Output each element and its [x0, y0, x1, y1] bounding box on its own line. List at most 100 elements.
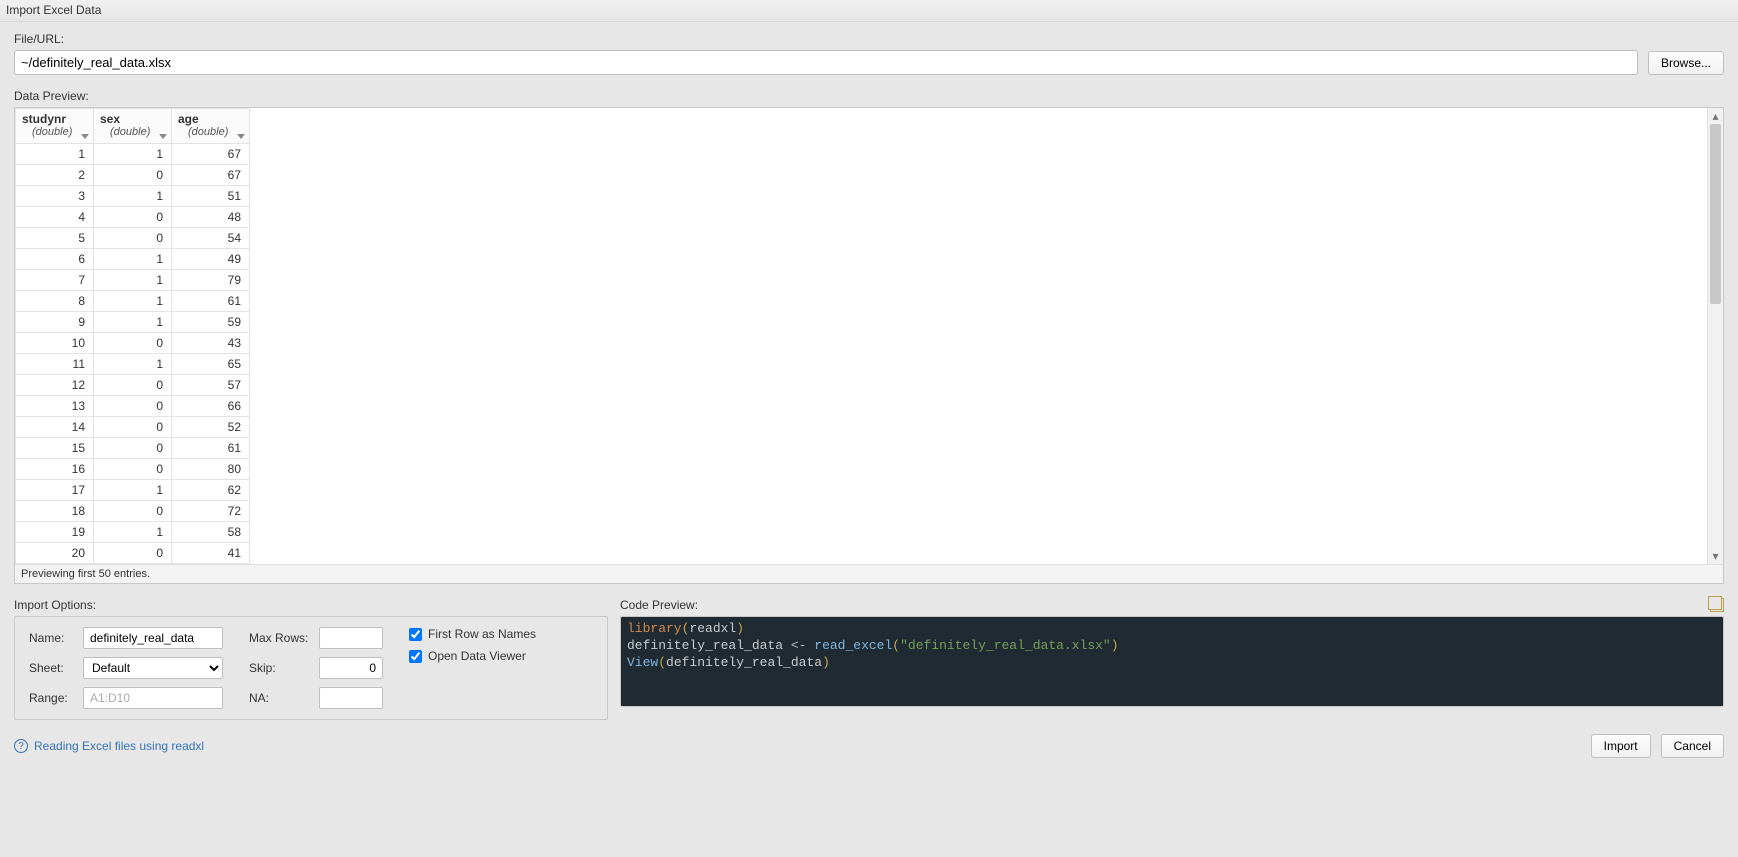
table-cell: 7 [16, 269, 94, 290]
table-cell: 1 [94, 521, 172, 542]
table-row: 9159 [16, 311, 250, 332]
table-cell: 8 [16, 290, 94, 311]
maxrows-input[interactable] [319, 627, 383, 649]
table-cell: 9 [16, 311, 94, 332]
table-cell: 12 [16, 374, 94, 395]
table-cell: 13 [16, 395, 94, 416]
column-header[interactable]: sex(double) [94, 109, 172, 144]
copy-icon[interactable] [1710, 598, 1724, 612]
table-cell: 0 [94, 542, 172, 563]
scroll-thumb[interactable] [1710, 124, 1721, 304]
table-cell: 41 [172, 542, 250, 563]
table-cell: 72 [172, 500, 250, 521]
table-cell: 4 [16, 206, 94, 227]
import-button[interactable]: Import [1591, 734, 1651, 758]
table-row: 8161 [16, 290, 250, 311]
sheet-select[interactable]: Default [83, 657, 223, 679]
first-row-label: First Row as Names [428, 627, 536, 641]
cancel-button[interactable]: Cancel [1661, 734, 1724, 758]
table-row: 19158 [16, 521, 250, 542]
code-preview[interactable]: library(readxl) definitely_real_data <- … [620, 616, 1724, 707]
table-row: 18072 [16, 500, 250, 521]
column-type: (double) [22, 126, 87, 139]
column-type: (double) [100, 126, 165, 139]
column-name: age [178, 112, 199, 126]
scroll-up-icon[interactable]: ▴ [1708, 108, 1723, 124]
table-cell: 1 [94, 290, 172, 311]
table-cell: 1 [94, 248, 172, 269]
column-type-dropdown-icon[interactable] [237, 134, 245, 139]
table-row: 6149 [16, 248, 250, 269]
table-cell: 51 [172, 185, 250, 206]
column-name: studynr [22, 112, 66, 126]
open-viewer-checkbox[interactable] [409, 650, 422, 663]
maxrows-label: Max Rows: [249, 631, 313, 645]
range-label: Range: [29, 691, 77, 705]
table-cell: 58 [172, 521, 250, 542]
table-cell: 0 [94, 332, 172, 353]
name-input[interactable] [83, 627, 223, 649]
table-row: 4048 [16, 206, 250, 227]
table-cell: 1 [94, 143, 172, 164]
table-cell: 0 [94, 206, 172, 227]
table-cell: 66 [172, 395, 250, 416]
skip-label: Skip: [249, 661, 313, 675]
import-options-label: Import Options: [14, 598, 608, 612]
column-type-dropdown-icon[interactable] [159, 134, 167, 139]
preview-footer-text: Previewing first 50 entries. [15, 564, 1723, 583]
table-cell: 1 [94, 479, 172, 500]
table-cell: 1 [94, 311, 172, 332]
data-preview-label: Data Preview: [14, 89, 1724, 103]
table-cell: 0 [94, 395, 172, 416]
table-cell: 57 [172, 374, 250, 395]
table-cell: 48 [172, 206, 250, 227]
table-cell: 59 [172, 311, 250, 332]
table-cell: 0 [94, 227, 172, 248]
file-url-input[interactable] [14, 50, 1638, 75]
browse-button[interactable]: Browse... [1648, 51, 1724, 75]
table-cell: 43 [172, 332, 250, 353]
na-input[interactable] [319, 687, 383, 709]
table-row: 10043 [16, 332, 250, 353]
table-cell: 11 [16, 353, 94, 374]
first-row-checkbox[interactable] [409, 628, 422, 641]
column-type-dropdown-icon[interactable] [81, 134, 89, 139]
table-cell: 0 [94, 416, 172, 437]
table-cell: 80 [172, 458, 250, 479]
table-row: 1167 [16, 143, 250, 164]
code-preview-label: Code Preview: [620, 598, 698, 612]
data-preview-table: studynr(double)sex(double)age(double) 11… [15, 108, 250, 564]
table-cell: 18 [16, 500, 94, 521]
table-row: 7179 [16, 269, 250, 290]
first-row-checkbox-row[interactable]: First Row as Names [409, 627, 536, 641]
table-cell: 1 [94, 185, 172, 206]
table-cell: 62 [172, 479, 250, 500]
sheet-label: Sheet: [29, 661, 77, 675]
help-link[interactable]: ? Reading Excel files using readxl [14, 739, 204, 753]
table-cell: 14 [16, 416, 94, 437]
vertical-scrollbar[interactable]: ▴ ▾ [1707, 108, 1723, 564]
table-cell: 20 [16, 542, 94, 563]
help-link-text: Reading Excel files using readxl [34, 739, 204, 753]
window-title: Import Excel Data [0, 0, 1738, 22]
na-label: NA: [249, 691, 313, 705]
scroll-down-icon[interactable]: ▾ [1708, 548, 1723, 564]
table-cell: 79 [172, 269, 250, 290]
table-cell: 1 [16, 143, 94, 164]
table-row: 3151 [16, 185, 250, 206]
range-input[interactable] [83, 687, 223, 709]
table-row: 13066 [16, 395, 250, 416]
table-cell: 1 [94, 269, 172, 290]
column-header[interactable]: studynr(double) [16, 109, 94, 144]
table-cell: 10 [16, 332, 94, 353]
column-header[interactable]: age(double) [172, 109, 250, 144]
skip-input[interactable] [319, 657, 383, 679]
table-row: 14052 [16, 416, 250, 437]
table-row: 5054 [16, 227, 250, 248]
open-viewer-checkbox-row[interactable]: Open Data Viewer [409, 649, 536, 663]
table-cell: 61 [172, 290, 250, 311]
table-cell: 54 [172, 227, 250, 248]
table-cell: 0 [94, 458, 172, 479]
data-preview-scroll[interactable]: studynr(double)sex(double)age(double) 11… [15, 108, 1723, 564]
table-cell: 19 [16, 521, 94, 542]
